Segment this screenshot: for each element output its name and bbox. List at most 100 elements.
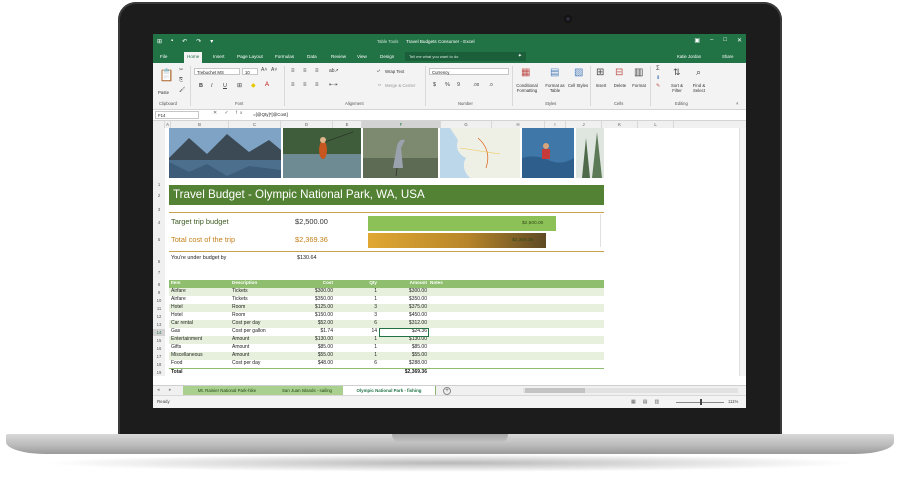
cell-item[interactable]: Entertainment — [171, 336, 202, 342]
cell-qty[interactable]: 1 — [354, 288, 377, 294]
row-header-5[interactable]: 5 — [153, 236, 165, 243]
number-format-dropdown[interactable]: Currency — [429, 68, 509, 75]
close-icon[interactable]: ✕ — [737, 37, 742, 44]
row-header-12[interactable]: 12 — [153, 313, 165, 320]
zoom-level[interactable]: 111% — [728, 399, 738, 404]
font-size-dropdown[interactable]: 10 — [242, 68, 258, 75]
find-select-icon[interactable]: ⌕ — [696, 67, 701, 78]
cell-amt[interactable]: $350.00 — [381, 296, 427, 302]
fill-color-icon[interactable]: ◆ — [251, 82, 256, 89]
scroll-thumb[interactable] — [525, 388, 585, 393]
header-cost[interactable]: Cost — [281, 280, 333, 285]
undo-icon[interactable]: ↶ — [182, 38, 187, 45]
column-header-l[interactable]: L — [638, 121, 674, 128]
cell-cost[interactable]: $55.00 — [281, 352, 333, 358]
cell-qty[interactable]: 1 — [354, 352, 377, 358]
column-header-h[interactable]: H — [492, 121, 545, 128]
page-break-view-icon[interactable]: ▥ — [654, 399, 659, 405]
zoom-slider-knob[interactable] — [700, 399, 702, 405]
cell-cost[interactable]: $85.00 — [281, 344, 333, 350]
cell-cost[interactable]: $130.00 — [281, 336, 333, 342]
save-icon[interactable]: ▪ — [171, 38, 173, 45]
row-header-8[interactable]: 8 — [153, 281, 165, 288]
select-all-corner[interactable] — [153, 121, 165, 128]
cell-amt[interactable]: $55.00 — [381, 352, 427, 358]
cell-amt[interactable]: $450.00 — [381, 312, 427, 318]
column-header-f[interactable]: F — [362, 121, 441, 128]
cell-item[interactable]: Car rental — [171, 320, 193, 326]
align-bottom-icon[interactable]: ≡ — [315, 68, 319, 74]
header-amount[interactable]: Amount — [381, 280, 427, 285]
merge-center-icon[interactable]: ⇔ — [377, 82, 382, 88]
maximize-icon[interactable]: □ — [723, 37, 727, 44]
orientation-icon[interactable]: ab↗ — [329, 68, 339, 74]
cell-qty[interactable]: 14 — [354, 328, 377, 334]
name-box[interactable]: F14 — [155, 111, 199, 119]
row-header-6[interactable]: 6 — [153, 258, 165, 265]
table-row[interactable]: Food Cost per day $48.00 6 $288.00 — [169, 360, 604, 368]
cell-desc[interactable]: Tickets — [232, 288, 248, 294]
align-right-icon[interactable]: ≡ — [315, 82, 319, 88]
cell-styles-icon[interactable]: ▧ — [574, 67, 583, 78]
wrap-text-icon[interactable]: ⤶ — [377, 68, 380, 74]
tab-insert[interactable]: Insert — [210, 53, 228, 60]
cell-cost[interactable]: $125.00 — [281, 304, 333, 310]
sheet-tab-1[interactable]: Mt. Rainier National Park-hike — [183, 386, 272, 395]
cell-cost[interactable]: $150.00 — [281, 312, 333, 318]
align-center-icon[interactable]: ≡ — [303, 82, 307, 88]
header-notes[interactable]: Notes — [430, 280, 443, 285]
vertical-scrollbar[interactable] — [739, 128, 746, 376]
worksheet-grid[interactable]: Travel Budget - Olympic National Park, W… — [165, 128, 746, 376]
row-header-3[interactable]: 3 — [153, 206, 165, 213]
app-icon[interactable]: ⊞ — [157, 38, 162, 45]
row-header-10[interactable]: 10 — [153, 297, 165, 304]
cell-desc[interactable]: Room — [232, 312, 245, 318]
cell-qty[interactable]: 1 — [354, 296, 377, 302]
cell-item[interactable]: Gas — [171, 328, 180, 334]
cell-item[interactable]: Airfare — [171, 288, 186, 294]
cell-cost[interactable]: $300.00 — [281, 288, 333, 294]
borders-icon[interactable]: ⊞ — [237, 82, 242, 89]
column-header-g[interactable]: G — [441, 121, 492, 128]
formula-input[interactable]: =[@Qty]*[@Cost] — [253, 112, 288, 117]
fill-icon[interactable]: ⬇ — [656, 75, 660, 81]
row-header-13[interactable]: 13 — [153, 321, 165, 328]
underline-button[interactable]: U — [223, 83, 227, 89]
decrease-decimal-icon[interactable]: .0 — [489, 82, 493, 87]
cell-qty[interactable]: 6 — [354, 360, 377, 366]
copy-icon[interactable]: ⎘ — [179, 77, 183, 83]
row-header-11[interactable]: 11 — [153, 305, 165, 312]
table-row[interactable]: Car rental Cost per day $52.00 6 $312.00 — [169, 320, 604, 328]
align-top-icon[interactable]: ≡ — [291, 68, 295, 74]
cell-qty[interactable]: 6 — [354, 320, 377, 326]
cell-styles-button[interactable]: Cell Styles — [567, 83, 589, 88]
horizontal-scrollbar[interactable] — [523, 388, 738, 393]
cut-icon[interactable]: ✂ — [179, 67, 183, 73]
ribbon-display-icon[interactable]: ▣ — [694, 37, 700, 44]
column-header-k[interactable]: K — [602, 121, 638, 128]
header-description[interactable]: Description — [232, 280, 257, 285]
cell-desc[interactable]: Cost per day — [232, 360, 260, 366]
format-painter-icon[interactable]: 🖌 — [179, 87, 185, 93]
tab-formulas[interactable]: Formulas — [272, 53, 297, 60]
row-header-7[interactable]: 7 — [153, 269, 165, 276]
normal-view-icon[interactable]: ▦ — [631, 399, 636, 405]
minimize-icon[interactable]: – — [710, 37, 713, 44]
tab-page-layout[interactable]: Page Layout — [234, 53, 266, 60]
cell-item[interactable]: Hotel — [171, 312, 183, 318]
page-layout-view-icon[interactable]: ▤ — [643, 399, 648, 405]
selected-cell[interactable] — [379, 328, 429, 337]
format-cells-button[interactable]: Format — [630, 83, 648, 88]
formula-icons[interactable]: ✕ ✓ fx — [213, 111, 245, 116]
tab-review[interactable]: Review — [328, 53, 349, 60]
cell-cost[interactable]: $48.00 — [281, 360, 333, 366]
delete-cells-icon[interactable]: ⊟ — [615, 67, 623, 78]
sort-filter-button[interactable]: Sort & Filter — [667, 83, 687, 93]
column-header-d[interactable]: D — [281, 121, 333, 128]
cell-item[interactable]: Hotel — [171, 304, 183, 310]
row-header-2[interactable]: 2 — [153, 192, 165, 199]
cell-cost[interactable]: $1.74 — [281, 328, 333, 334]
column-header-i[interactable]: I — [545, 121, 566, 128]
row-header-15[interactable]: 15 — [153, 337, 165, 344]
cell-qty[interactable]: 1 — [354, 336, 377, 342]
